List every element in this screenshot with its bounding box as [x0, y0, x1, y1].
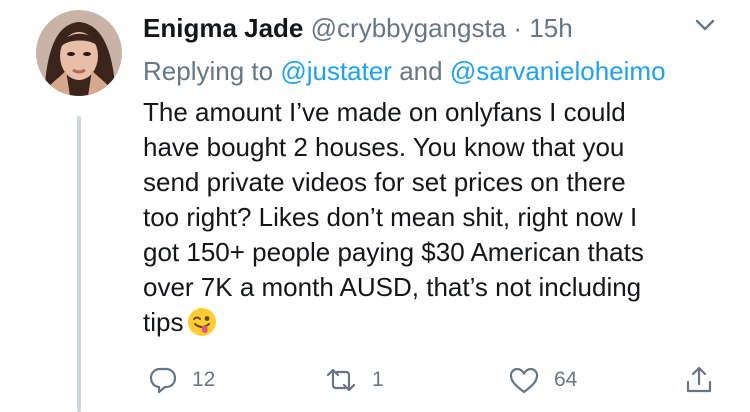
reply-count: 12 [192, 368, 216, 391]
profile-photo [36, 10, 122, 96]
handle[interactable]: @crybbygangsta [311, 13, 507, 43]
retweet-count: 1 [372, 368, 384, 391]
chevron-down-icon[interactable] [694, 16, 716, 34]
share-icon [686, 366, 712, 393]
tweet-line: The amount I’ve made on onlyfans I could [143, 97, 626, 127]
tweet-line: send private videos for set prices on th… [143, 167, 626, 197]
tweet-line-last: tips [143, 305, 738, 340]
tweet-line: have bought 2 houses. You know that you [143, 132, 625, 162]
avatar[interactable] [36, 10, 122, 96]
replying-to: Replying to @justater and @sarvanielohei… [143, 55, 666, 87]
reply-button[interactable]: 12 [148, 360, 215, 400]
reply-icon [149, 367, 177, 394]
tweet-line: got 150+ people paying $30 American that… [143, 237, 644, 267]
replying-joiner: and [399, 56, 443, 86]
share-button[interactable] [684, 360, 714, 400]
tweet-line: too right? Likes don’t mean shit, right … [143, 202, 638, 232]
heart-icon [509, 367, 539, 394]
timestamp[interactable]: 15h [529, 13, 572, 43]
mention-link[interactable]: @justater [280, 56, 392, 86]
tweet-line: over 7K a month AUSD, that’s not includi… [143, 272, 642, 302]
tweet-header: Enigma Jade @crybbygangsta · 15h [143, 12, 573, 44]
winking-face-with-tongue-icon [188, 308, 217, 336]
separator-dot: · [513, 13, 523, 43]
mention-link[interactable]: @sarvanieloheimo [450, 56, 666, 86]
tweet-line: tips [143, 307, 184, 337]
retweet-icon [326, 368, 356, 392]
retweet-button[interactable]: 1 [324, 360, 384, 400]
replying-prefix: Replying to [143, 56, 274, 86]
like-count: 64 [554, 368, 578, 391]
like-button[interactable]: 64 [508, 360, 577, 400]
display-name[interactable]: Enigma Jade [143, 13, 303, 43]
tweet-text: The amount I’ve made on onlyfans I could… [143, 95, 738, 340]
tweet-actions: 12 1 64 [0, 360, 750, 400]
